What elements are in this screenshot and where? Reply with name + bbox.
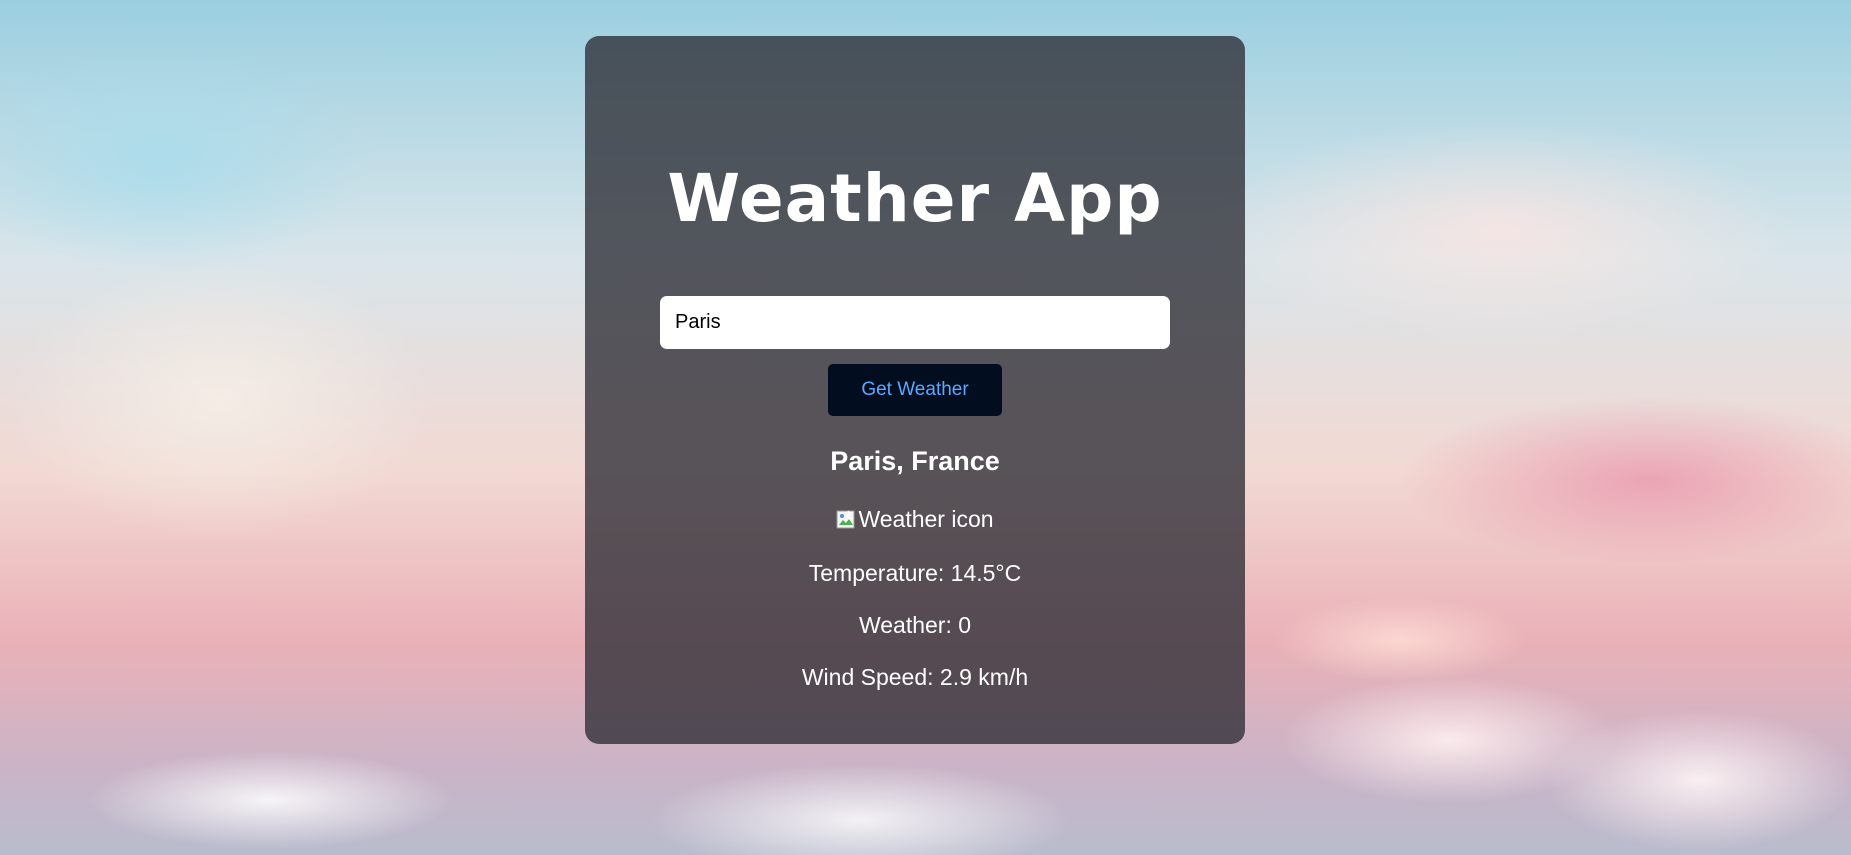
get-weather-button[interactable]: Get Weather	[828, 364, 1002, 416]
weather-card: Weather App Get Weather Paris, France We…	[585, 36, 1245, 744]
weather-icon-alt-text: Weather icon	[858, 506, 994, 532]
city-search-input[interactable]	[660, 296, 1170, 349]
broken-image-icon	[836, 509, 856, 530]
weather-condition-text: Weather: 0	[858, 612, 972, 638]
location-heading: Paris, France	[830, 446, 1000, 476]
wind-speed-text: Wind Speed: 2.9 km/h	[801, 664, 1029, 690]
app-title: Weather App	[667, 160, 1163, 237]
weather-icon-image: Weather icon	[585, 506, 1245, 533]
temperature-text: Temperature: 14.5°C	[808, 560, 1022, 586]
